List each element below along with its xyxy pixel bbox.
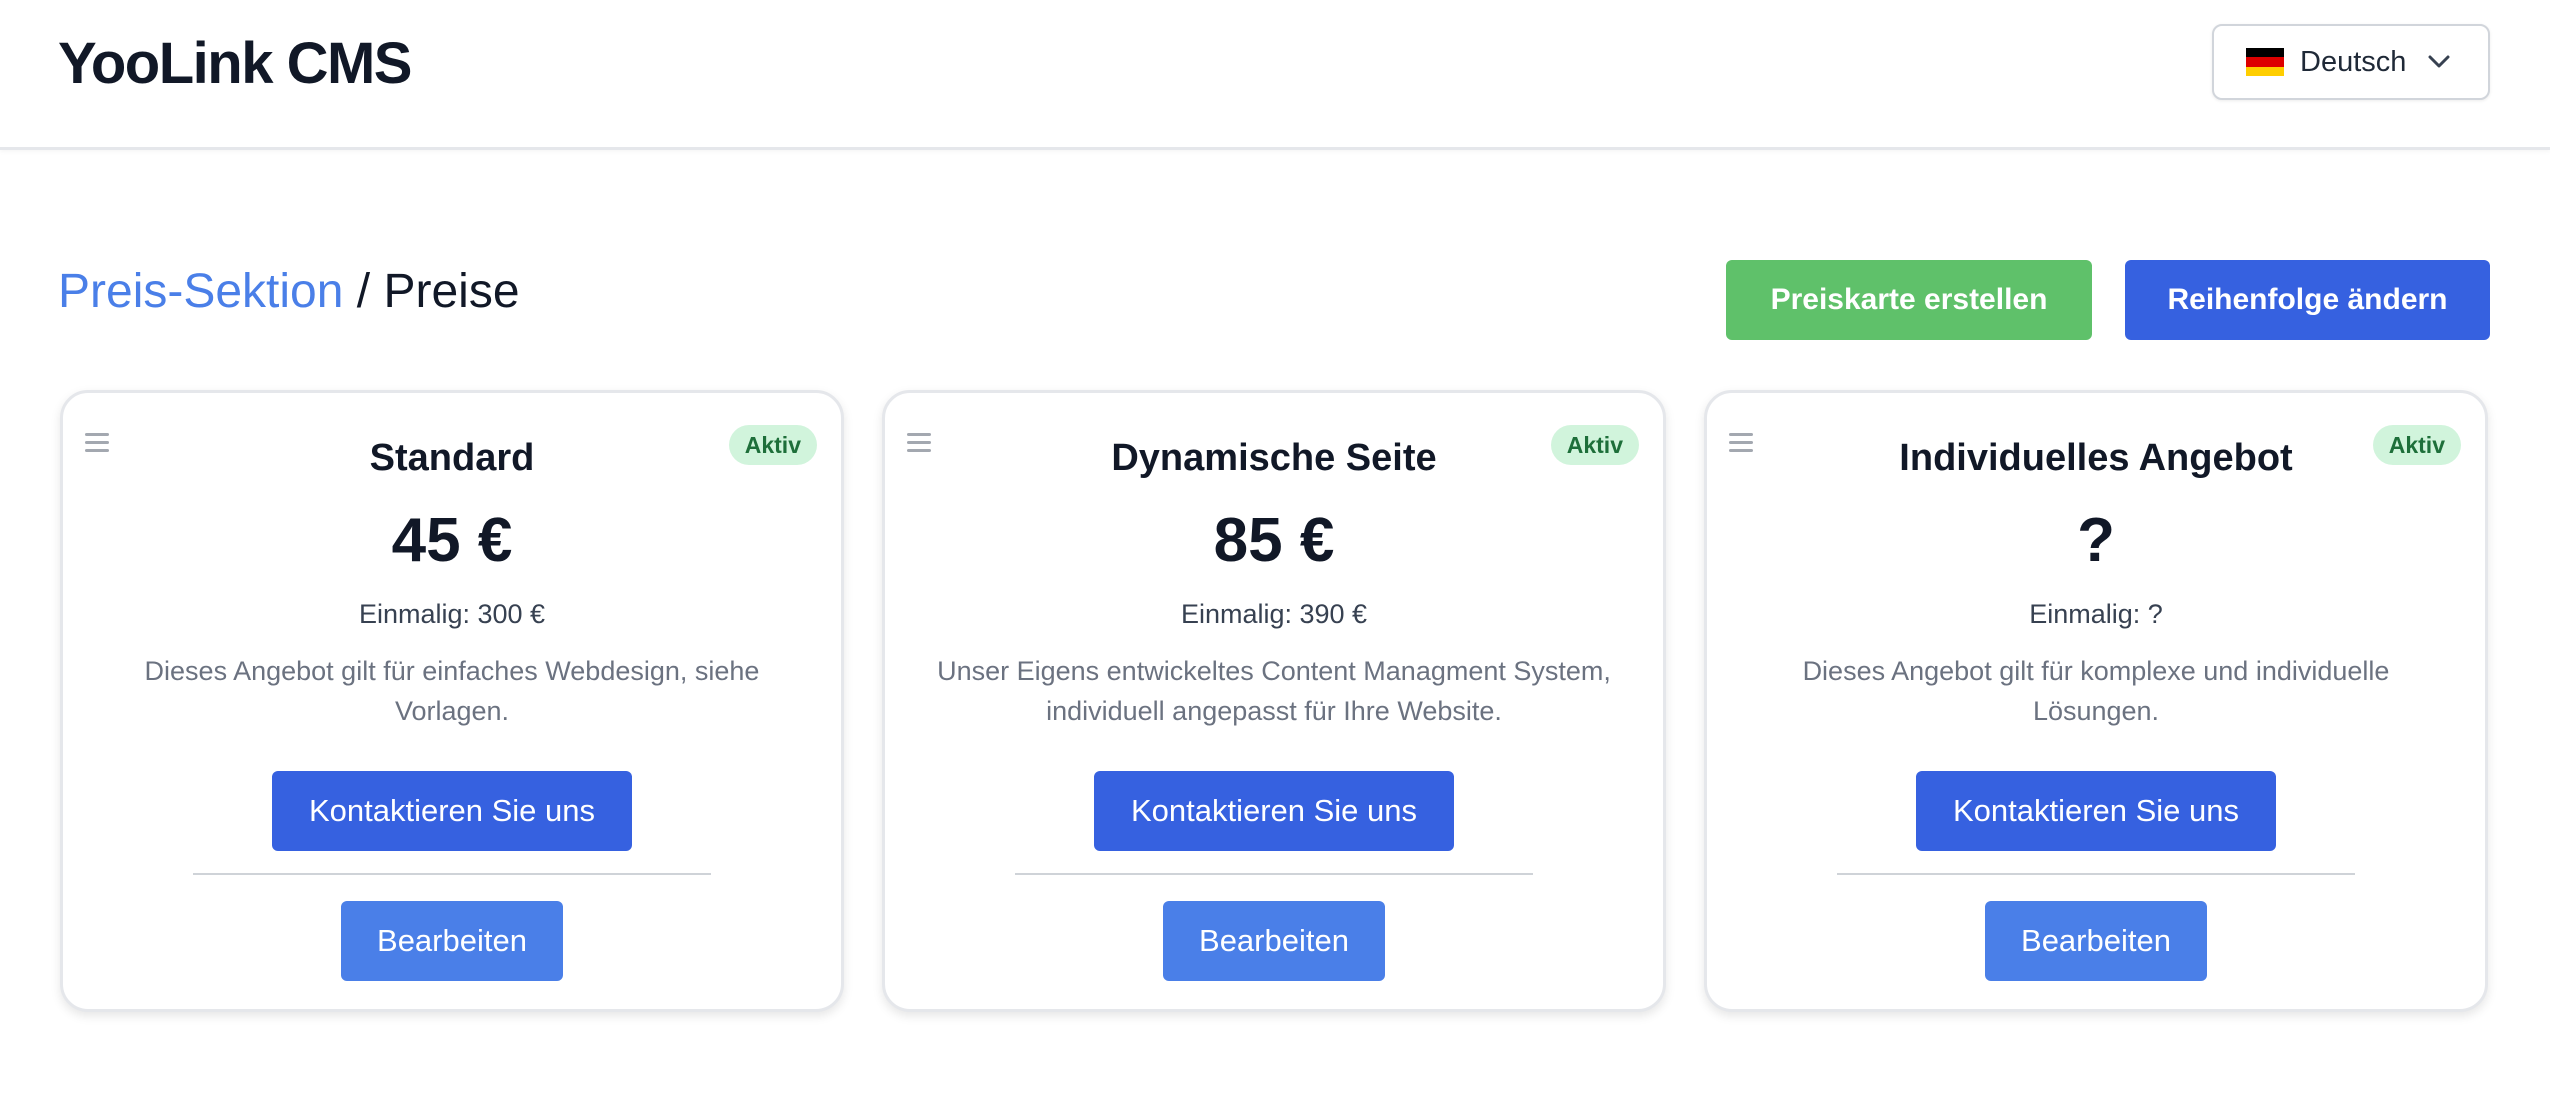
- edit-button[interactable]: Bearbeiten: [341, 901, 563, 981]
- card-description: Unser Eigens entwickeltes Content Managm…: [937, 656, 1611, 726]
- breadcrumb-current: Preise: [383, 265, 520, 318]
- app-header: YooLink CMS Deutsch: [0, 0, 2550, 150]
- price-card: Aktiv Dynamische Seite 85 € Einmalig: 39…: [882, 390, 1666, 1012]
- card-divider: [193, 873, 711, 875]
- price-card: Aktiv Standard 45 € Einmalig: 300 € Dies…: [60, 390, 844, 1012]
- card-one-time-price: Einmalig: 300 €: [358, 599, 546, 629]
- breadcrumb-separator: /: [343, 265, 384, 318]
- card-title: Individuelles Angebot: [1899, 437, 2293, 479]
- card-price: 85 €: [1213, 506, 1335, 575]
- card-divider: [1015, 873, 1533, 875]
- card-price: 45 €: [391, 506, 513, 575]
- create-price-card-button[interactable]: Preiskarte erstellen: [1726, 260, 2092, 340]
- language-select[interactable]: Deutsch: [2212, 24, 2490, 100]
- card-description: Dieses Angebot gilt für einfaches Webdes…: [144, 656, 760, 726]
- price-card: Aktiv Individuelles Angebot ? Einmalig: …: [1704, 390, 2488, 1012]
- language-label: Deutsch: [2300, 45, 2407, 78]
- brand-logo[interactable]: YooLink CMS: [58, 30, 412, 97]
- card-one-time-price: Einmalig: ?: [2029, 599, 2163, 629]
- card-price: ?: [2077, 506, 2115, 575]
- contact-button[interactable]: Kontaktieren Sie uns: [272, 771, 632, 851]
- card-divider: [1837, 873, 2355, 875]
- chevron-down-icon: [2428, 55, 2450, 69]
- edit-button[interactable]: Bearbeiten: [1163, 901, 1385, 981]
- contact-button[interactable]: Kontaktieren Sie uns: [1094, 771, 1454, 851]
- card-title: Dynamische Seite: [1111, 437, 1437, 479]
- contact-button[interactable]: Kontaktieren Sie uns: [1916, 771, 2276, 851]
- card-one-time-price: Einmalig: 390 €: [1180, 599, 1368, 629]
- card-title: Standard: [369, 437, 535, 479]
- edit-button[interactable]: Bearbeiten: [1985, 901, 2207, 981]
- breadcrumb-parent-link[interactable]: Preis-Sektion: [58, 265, 343, 318]
- card-description: Dieses Angebot gilt für komplexe und ind…: [1802, 656, 2390, 726]
- breadcrumb: Preis-Sektion / Preise: [58, 264, 520, 319]
- german-flag-icon: [2246, 48, 2284, 76]
- change-order-button[interactable]: Reihenfolge ändern: [2125, 260, 2490, 340]
